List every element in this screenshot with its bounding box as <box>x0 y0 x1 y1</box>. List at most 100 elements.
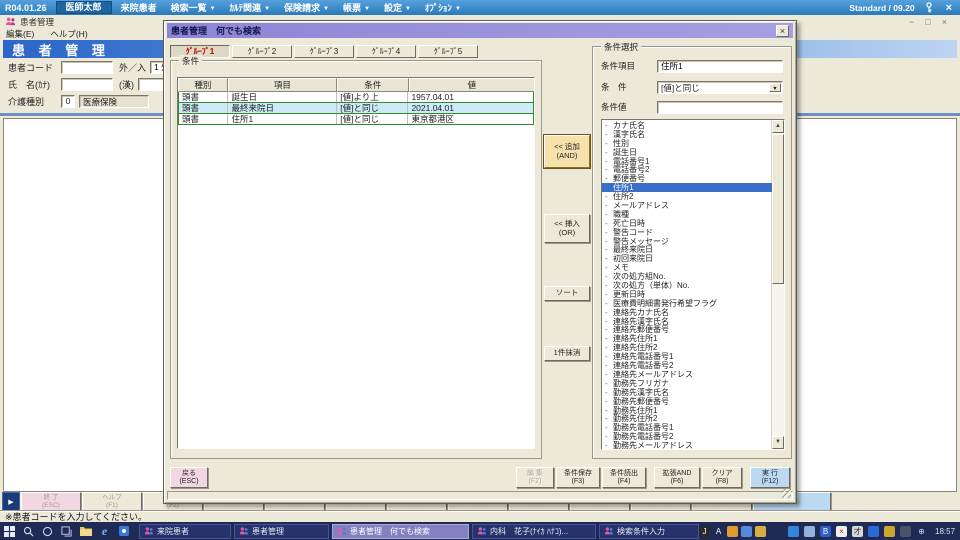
column-header[interactable]: 種別 <box>178 78 228 92</box>
field-list-item[interactable]: 住所2 <box>602 192 772 201</box>
patient-code-input[interactable] <box>61 61 113 74</box>
menubar-item[interactable]: 検索一覧▼ <box>171 1 216 14</box>
field-list-item[interactable]: 医療費明細書発行希望フラグ <box>602 299 772 308</box>
field-list-item[interactable]: 勤務先電話番号2 <box>602 432 772 441</box>
scroll-down-icon[interactable]: ▼ <box>772 436 784 449</box>
dialog-close-button[interactable]: × <box>776 25 789 37</box>
field-list-scrollbar[interactable]: ▲ ▼ <box>771 120 784 449</box>
scrollbar-thumb[interactable] <box>772 134 784 284</box>
cortana-icon[interactable] <box>38 522 57 540</box>
menubar-item[interactable]: 編集(E) <box>6 28 34 40</box>
menubar-item[interactable]: 帳票▼ <box>343 1 370 14</box>
taskbar-clock[interactable]: 18:57 <box>931 527 955 536</box>
menubar-item[interactable]: 来院患者 <box>121 1 157 14</box>
window-maximize-button[interactable]: □ <box>925 17 930 27</box>
internet-explorer-icon[interactable]: e <box>95 522 114 540</box>
condition-item-input[interactable] <box>657 60 783 73</box>
menubar-item[interactable]: ヘルプ(H) <box>50 28 87 40</box>
tray-status-icon-2[interactable] <box>804 526 815 537</box>
group-tab[interactable]: ｸﾞﾙｰﾌﾟ5 <box>418 45 478 58</box>
taskbar-app-button[interactable]: 患者管理 <box>234 524 329 539</box>
field-list-item[interactable]: 次の処方（単体）No. <box>602 281 772 290</box>
column-header[interactable]: 条件 <box>337 78 409 92</box>
field-list-item[interactable]: メモ <box>602 263 772 272</box>
tray-status-icon-3[interactable]: B <box>820 526 831 537</box>
tray-status-icon-6[interactable] <box>868 526 879 537</box>
field-list-item[interactable]: メールアドレス <box>602 201 772 210</box>
field-list-item[interactable]: 警告コード <box>602 228 772 237</box>
field-list-item[interactable]: 連絡先電話番号1 <box>602 352 772 361</box>
pinned-app-icon[interactable] <box>114 522 133 540</box>
tray-status-icon-9[interactable]: ⊕ <box>916 526 927 537</box>
field-list-item[interactable]: 連絡先カナ氏名 <box>602 308 772 317</box>
condition-value-input[interactable] <box>657 101 783 114</box>
app-close-button[interactable]: × <box>943 2 955 14</box>
condition-row[interactable]: 頭書誕生日[値]より上1957.04.01 <box>178 91 534 103</box>
taskbar-app-button[interactable]: 内科 花子(ﾅｲｶ ﾊﾅｺ)... <box>472 524 596 539</box>
resize-grip[interactable] <box>782 489 791 498</box>
field-list-item[interactable]: 漢字氏名 <box>602 130 772 139</box>
window-close-button[interactable]: × <box>942 17 947 27</box>
field-list-item[interactable]: 初回来院日 <box>602 254 772 263</box>
add-and-button[interactable]: << 追加(AND) <box>544 135 590 168</box>
back-button[interactable]: 戻る (ESC) <box>170 467 208 488</box>
tray-status-icon-7[interactable] <box>884 526 895 537</box>
chevron-down-icon[interactable]: ▼ <box>769 83 781 92</box>
action-f2-button[interactable]: 編 集(F2) <box>516 467 554 488</box>
tray-status-icon-8[interactable] <box>900 526 911 537</box>
column-header[interactable]: 値 <box>409 78 534 92</box>
field-list-item[interactable]: 勤務先住所2 <box>602 414 772 423</box>
current-user-button[interactable]: 医師太郎 <box>56 1 112 14</box>
ime-lang-icon[interactable]: J <box>699 526 710 537</box>
field-list-item[interactable]: 郵便番号 <box>602 174 772 183</box>
menubar-item[interactable]: ｵﾌﾟｼｮﾝ▼ <box>425 1 461 14</box>
task-view-icon[interactable] <box>57 522 76 540</box>
field-list-item[interactable]: 誕生日 <box>602 148 772 157</box>
dialog-titlebar[interactable]: 患者管理 何でも検索 × <box>167 23 793 38</box>
scroll-up-icon[interactable]: ▲ <box>772 120 784 133</box>
field-list-item[interactable]: 勤務先漢字氏名 <box>602 388 772 397</box>
field-list-item[interactable]: 勤務先郵便番号 <box>602 397 772 406</box>
field-list-item[interactable]: 次の処方組No. <box>602 272 772 281</box>
column-header[interactable]: 項目 <box>228 78 337 92</box>
tray-status-icon-1[interactable] <box>788 526 799 537</box>
menubar-item[interactable]: 保険請求▼ <box>284 1 329 14</box>
search-icon[interactable] <box>19 522 38 540</box>
app-launcher-icon[interactable]: ▶ <box>2 492 20 511</box>
condition-row[interactable]: 頭書住所1[値]と同じ東京都港区 <box>178 113 534 125</box>
field-list-item[interactable]: 勤務先メールアドレス <box>602 441 772 450</box>
insert-or-button[interactable]: << 挿入(OR) <box>544 214 590 243</box>
field-list-item[interactable]: 連絡先住所1 <box>602 334 772 343</box>
field-list-item[interactable]: 住所1 <box>602 183 772 192</box>
window-minimize-button[interactable]: − <box>909 17 914 27</box>
condition-row[interactable]: 頭書最終来院日[値]と同じ2021.04.01 <box>178 102 534 114</box>
field-list-item[interactable]: 勤務先フリガナ <box>602 379 772 388</box>
field-list-item[interactable]: 性別 <box>602 139 772 148</box>
group-tab[interactable]: ｸﾞﾙｰﾌﾟ3 <box>294 45 354 58</box>
key-icon[interactable] <box>924 2 934 13</box>
field-list-item[interactable]: 勤務先電話番号1 <box>602 423 772 432</box>
fkey-f1-button[interactable]: ヘルプ(F1) <box>82 492 142 511</box>
menubar-item[interactable]: ｶﾙﾃ関連▼ <box>230 1 270 14</box>
remove-one-button[interactable]: 1件抹消 <box>544 346 590 361</box>
taskbar-app-button[interactable]: 患者管理 何でも検索 <box>332 524 469 539</box>
tray-app-icon-1[interactable] <box>727 526 738 537</box>
action-f4-button[interactable]: 条件読出(F4) <box>602 467 646 488</box>
group-tab[interactable]: ｸﾞﾙｰﾌﾟ4 <box>356 45 416 58</box>
taskbar-app-button[interactable]: 検索条件入力 <box>599 524 699 539</box>
fkey-esc-button[interactable]: 終 了(ESC) <box>21 492 81 511</box>
tray-status-icon-4[interactable]: × <box>836 526 847 537</box>
field-list-item[interactable]: カナ氏名 <box>602 121 772 130</box>
action-f12-button[interactable]: 実 行(F12) <box>750 467 790 488</box>
taskbar-app-button[interactable]: 来院患者 <box>139 524 231 539</box>
field-list-item[interactable]: 死亡日時 <box>602 219 772 228</box>
field-list-item[interactable]: 職種 <box>602 210 772 219</box>
file-explorer-icon[interactable] <box>76 522 95 540</box>
field-list-item[interactable]: 電話番号2 <box>602 165 772 174</box>
name-kana-input[interactable] <box>61 78 113 91</box>
field-list-item[interactable]: 更新日時 <box>602 290 772 299</box>
tray-status-icon-5[interactable]: 才 <box>852 526 863 537</box>
action-f8-button[interactable]: クリア(F8) <box>702 467 742 488</box>
group-tab[interactable]: ｸﾞﾙｰﾌﾟ2 <box>232 45 292 58</box>
field-list-item[interactable]: 連絡先メールアドレス <box>602 370 772 379</box>
